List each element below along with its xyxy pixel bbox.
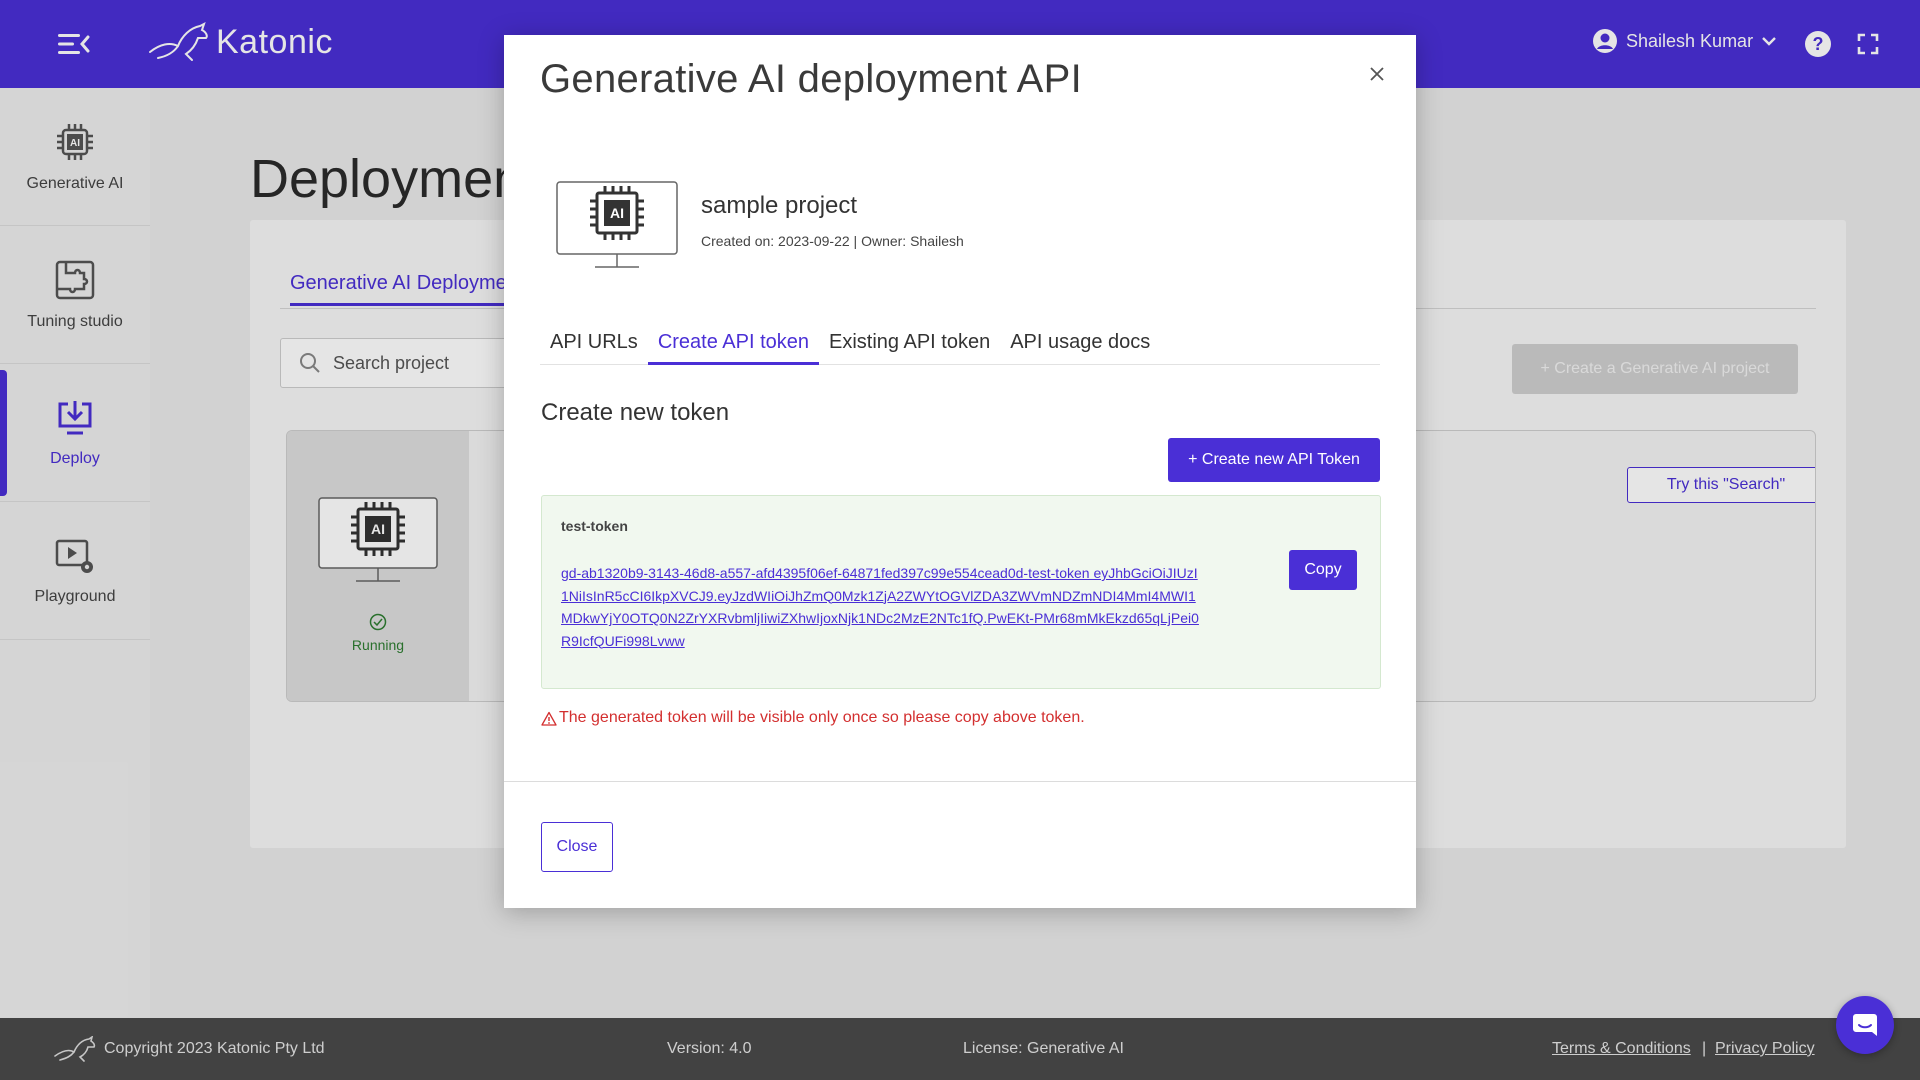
tab-api-usage-docs[interactable]: API usage docs	[1000, 321, 1160, 365]
modal-tabs: API URLs Create API token Existing API t…	[540, 321, 1380, 365]
create-api-token-button[interactable]: + Create new API Token	[1168, 438, 1380, 482]
close-button[interactable]: Close	[541, 822, 613, 872]
token-value-link[interactable]: gd-ab1320b9-3143-46d8-a557-afd4395f06ef-…	[561, 562, 1201, 652]
ai-monitor-icon: AI	[556, 181, 678, 268]
token-box: test-token gd-ab1320b9-3143-46d8-a557-af…	[541, 495, 1381, 689]
warning-icon	[541, 711, 557, 726]
project-name: sample project	[701, 192, 858, 219]
tab-existing-api-token[interactable]: Existing API token	[819, 321, 1000, 365]
close-icon[interactable]	[1364, 61, 1390, 87]
project-meta: Created on: 2023-09-22 | Owner: Shailesh	[701, 233, 964, 249]
chat-support-button[interactable]	[1836, 996, 1894, 1054]
modal-divider	[504, 781, 1416, 782]
tab-create-api-token[interactable]: Create API token	[647, 321, 820, 365]
token-warning: The generated token will be visible only…	[541, 709, 1085, 727]
api-modal: Generative AI deployment API AI sample p…	[504, 35, 1416, 908]
warning-text: The generated token will be visible only…	[559, 709, 1085, 726]
section-title: Create new token	[541, 399, 730, 426]
modal-title: Generative AI deployment API	[540, 57, 1083, 101]
copy-button[interactable]: Copy	[1289, 550, 1357, 590]
svg-text:AI: AI	[610, 205, 624, 221]
chat-icon	[1853, 1014, 1877, 1036]
tab-api-urls[interactable]: API URLs	[540, 321, 648, 365]
token-name: test-token	[561, 518, 628, 534]
